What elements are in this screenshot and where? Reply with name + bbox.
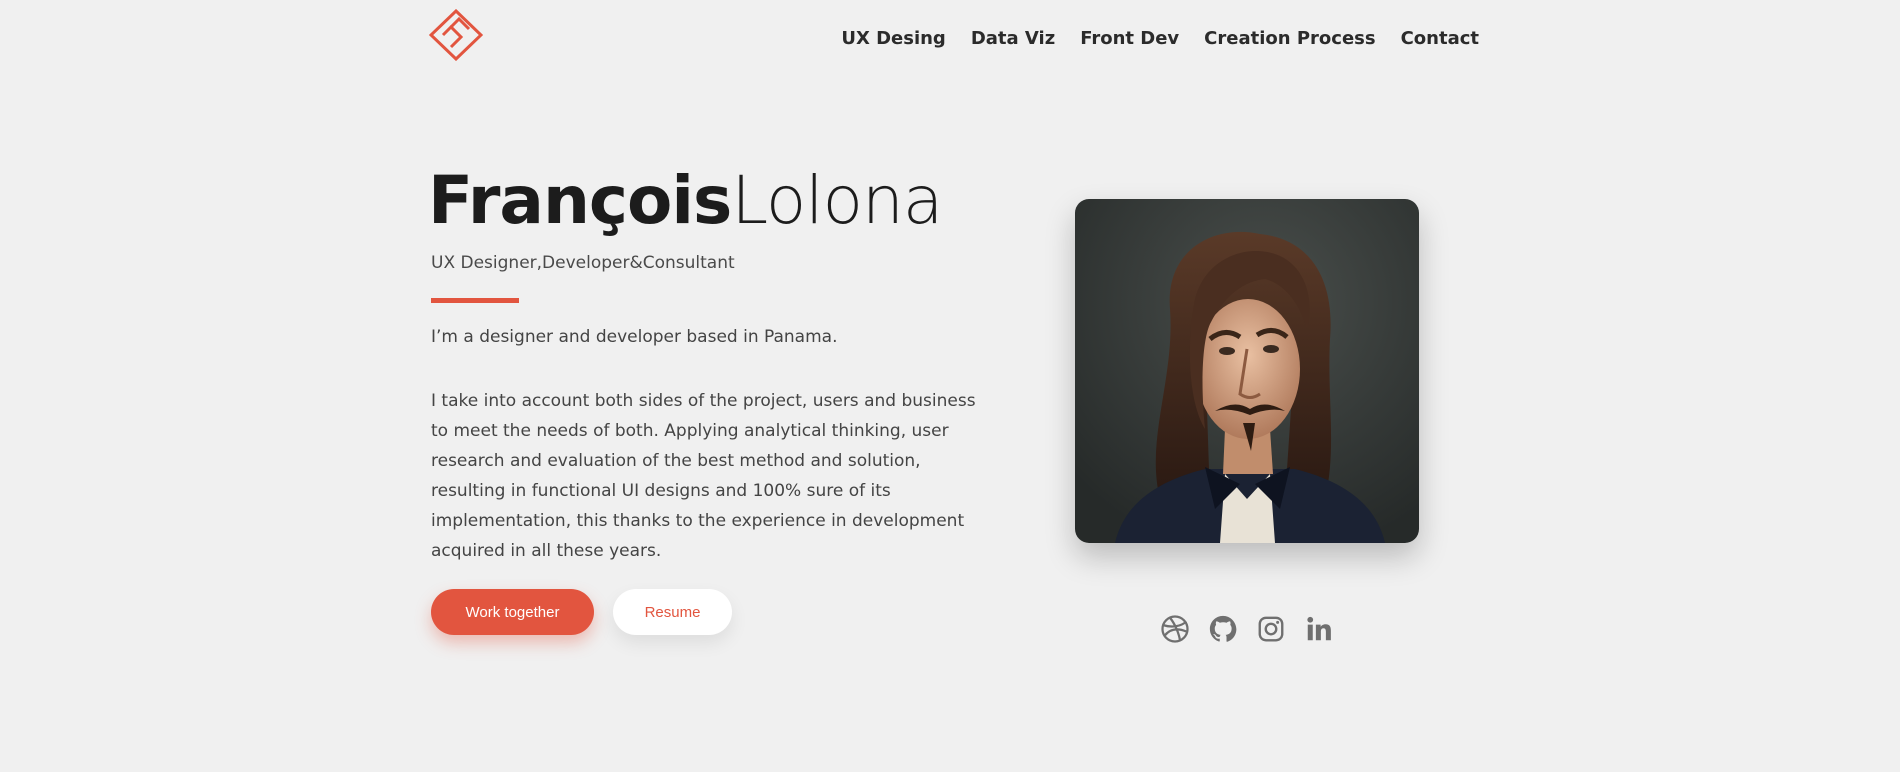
portrait-illustration (1075, 199, 1419, 543)
page: UX Desing Data Viz Front Dev Creation Pr… (0, 0, 1900, 772)
accent-divider (431, 298, 519, 303)
page-title: FrançoisLolona (428, 162, 943, 240)
intro-text: I’m a designer and developer based in Pa… (431, 327, 838, 347)
resume-button[interactable]: Resume (613, 589, 732, 635)
main-nav: UX Desing Data Viz Front Dev Creation Pr… (841, 28, 1479, 49)
work-together-button[interactable]: Work together (431, 589, 594, 635)
avatar (1075, 199, 1419, 543)
logo-icon[interactable] (429, 9, 483, 61)
github-icon[interactable] (1208, 614, 1238, 644)
instagram-icon[interactable] (1256, 614, 1286, 644)
nav-item-creation-process[interactable]: Creation Process (1204, 28, 1375, 49)
subtitle: UX Designer,Developer&Consultant (431, 253, 735, 273)
nav-item-front-dev[interactable]: Front Dev (1080, 28, 1179, 49)
nav-item-data-viz[interactable]: Data Viz (971, 28, 1055, 49)
nav-item-contact[interactable]: Contact (1401, 28, 1479, 49)
social-links (1160, 614, 1334, 644)
last-name: Lolona (731, 162, 943, 239)
description-text: I take into account both sides of the pr… (431, 391, 976, 561)
nav-item-ux-design[interactable]: UX Desing (841, 28, 946, 49)
linkedin-icon[interactable] (1304, 614, 1334, 644)
dribbble-icon[interactable] (1160, 614, 1190, 644)
first-name: François (428, 162, 732, 239)
